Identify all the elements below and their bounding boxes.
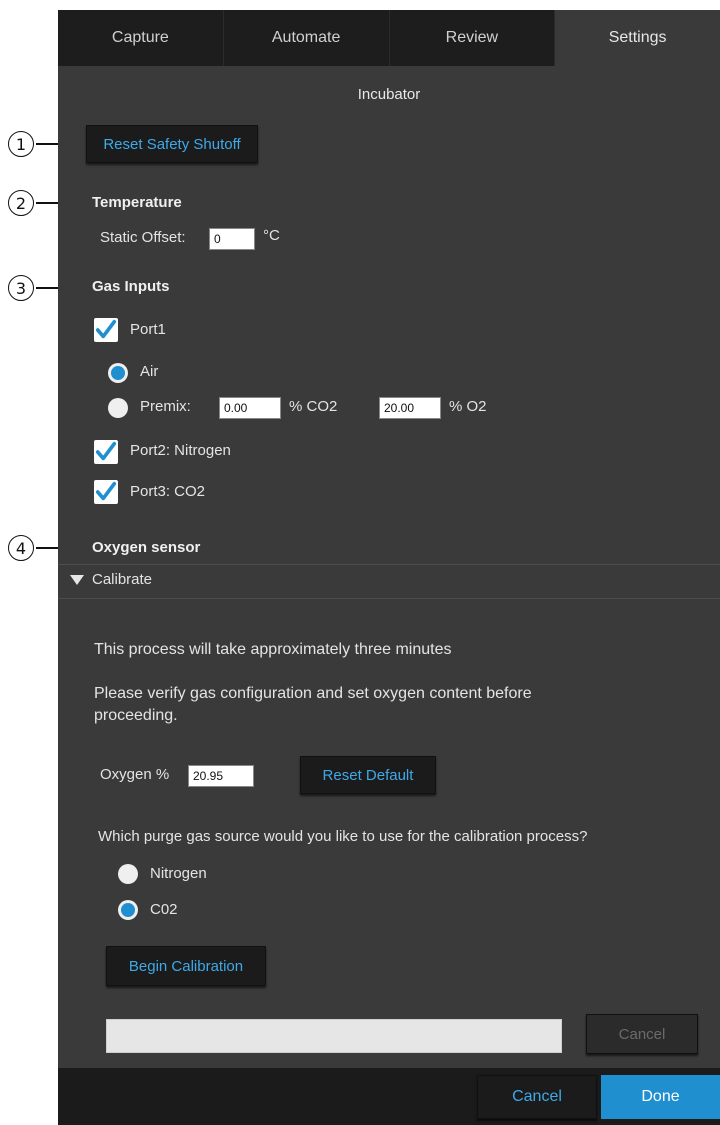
- top-margin: [58, 0, 720, 10]
- co2-label: C02: [150, 901, 178, 918]
- calibrate-expander[interactable]: Calibrate: [70, 571, 152, 588]
- callout-number: 4: [8, 535, 34, 561]
- nitrogen-radio[interactable]: [118, 864, 138, 884]
- oxygen-percent-input[interactable]: [188, 765, 254, 787]
- done-button[interactable]: Done: [601, 1075, 720, 1119]
- main-tab-bar: Capture Automate Review Settings: [58, 10, 720, 66]
- reset-default-button[interactable]: Reset Default: [300, 756, 436, 794]
- divider: [58, 564, 720, 565]
- footer-cancel-button[interactable]: Cancel: [477, 1075, 597, 1119]
- progress-cancel-button[interactable]: Cancel: [586, 1014, 698, 1054]
- port1-label: Port1: [130, 321, 166, 338]
- callout-4: 4: [8, 535, 64, 561]
- tab-review[interactable]: Review: [389, 10, 556, 66]
- calibration-duration-text: This process will take approximately thr…: [94, 641, 452, 658]
- checkmark-icon: [95, 441, 117, 461]
- gas-inputs-heading: Gas Inputs: [92, 278, 170, 295]
- callout-1: 1: [8, 131, 64, 157]
- footer-bar: Cancel Done: [58, 1068, 720, 1125]
- temperature-unit: °C: [263, 227, 280, 244]
- purge-gas-question: Which purge gas source would you like to…: [98, 828, 588, 845]
- callout-number: 1: [8, 131, 34, 157]
- tab-automate[interactable]: Automate: [223, 10, 390, 66]
- static-offset-input[interactable]: [209, 228, 255, 250]
- callout-number: 3: [8, 275, 34, 301]
- port3-checkbox[interactable]: [94, 480, 118, 504]
- nitrogen-label: Nitrogen: [150, 865, 207, 882]
- callout-3: 3: [8, 275, 64, 301]
- premix-label: Premix:: [140, 398, 191, 415]
- co2-radio[interactable]: [118, 900, 138, 920]
- oxygen-percent-label: Oxygen %: [100, 766, 170, 783]
- checkmark-icon: [95, 481, 117, 501]
- callout-2: 2: [8, 190, 64, 216]
- verify-config-text-line2: proceeding.: [94, 707, 178, 724]
- premix-radio[interactable]: [108, 398, 128, 418]
- port1-checkbox[interactable]: [94, 318, 118, 342]
- checkmark-icon: [95, 319, 117, 339]
- port2-checkbox[interactable]: [94, 440, 118, 464]
- verify-config-text-line1: Please verify gas configuration and set …: [94, 685, 532, 702]
- tab-settings[interactable]: Settings: [555, 10, 720, 66]
- air-label: Air: [140, 363, 159, 380]
- triangle-down-icon: [70, 575, 84, 586]
- oxygen-sensor-heading: Oxygen sensor: [92, 539, 201, 556]
- premix-co2-input[interactable]: [219, 397, 281, 419]
- air-radio[interactable]: [108, 363, 128, 383]
- callout-number: 2: [8, 190, 34, 216]
- section-title: Incubator: [357, 86, 421, 103]
- temperature-heading: Temperature: [92, 194, 182, 211]
- port3-label: Port3: CO2: [130, 483, 206, 500]
- tab-capture[interactable]: Capture: [58, 10, 224, 66]
- port2-label: Port2: Nitrogen: [130, 442, 231, 459]
- o2-unit-label: % O2: [449, 398, 487, 415]
- reset-safety-shutoff-button[interactable]: Reset Safety Shutoff: [86, 125, 258, 163]
- incubator-settings-panel: Capture Automate Review Settings Incubat…: [58, 0, 720, 1125]
- calibration-progress-bar: [106, 1019, 562, 1053]
- begin-calibration-button[interactable]: Begin Calibration: [106, 946, 266, 986]
- premix-o2-input[interactable]: [379, 397, 441, 419]
- divider: [58, 598, 720, 599]
- static-offset-label: Static Offset:: [100, 229, 186, 246]
- co2-unit-label: % CO2: [289, 398, 338, 415]
- calibrate-label: Calibrate: [92, 571, 153, 588]
